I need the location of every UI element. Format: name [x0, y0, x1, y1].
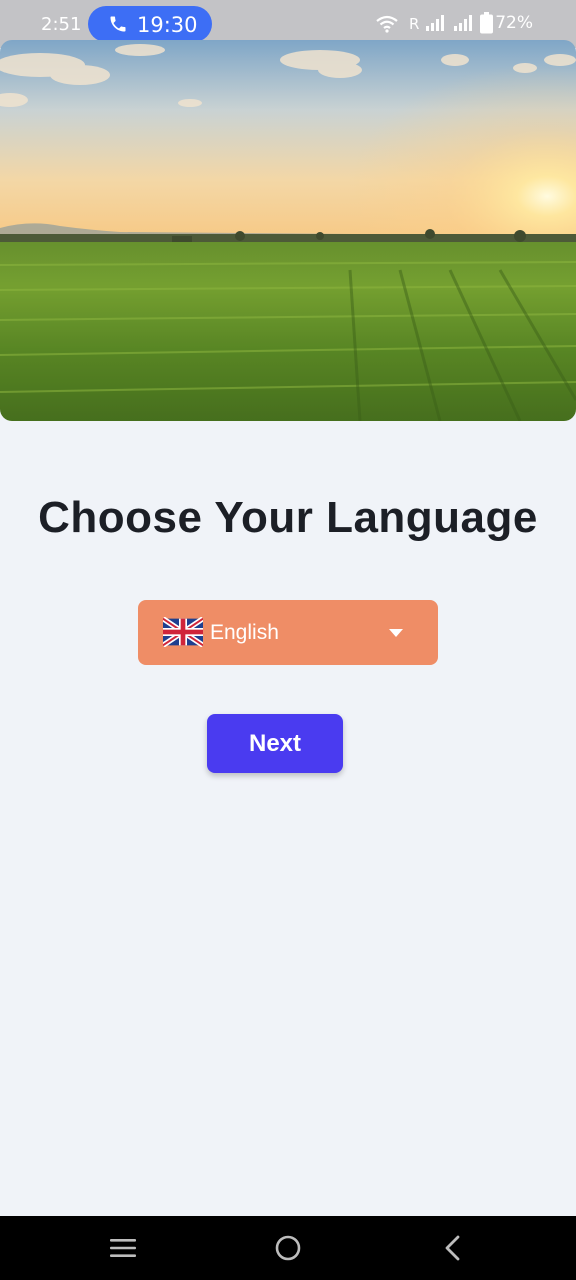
home-icon[interactable] — [272, 1232, 304, 1264]
hero-landscape-image — [0, 40, 576, 421]
next-button[interactable]: Next — [207, 714, 343, 773]
menu-icon[interactable] — [107, 1232, 139, 1264]
back-icon[interactable] — [438, 1232, 470, 1264]
field-sunset-illustration — [0, 40, 576, 421]
page-title: Choose Your Language — [38, 493, 538, 542]
signal-icon — [454, 15, 472, 31]
ongoing-call-pill[interactable]: 19:30 — [88, 6, 212, 42]
roaming-indicator: R — [409, 15, 420, 33]
status-time: 2:51 — [41, 14, 82, 35]
selected-language: English — [210, 621, 279, 644]
uk-flag-icon — [163, 617, 203, 647]
call-timer: 19:30 — [137, 13, 198, 37]
signal-icon — [426, 15, 444, 31]
chevron-down-icon — [389, 629, 403, 637]
battery-icon — [480, 12, 493, 34]
battery-percent: 72% — [495, 13, 533, 33]
phone-icon — [110, 16, 126, 32]
language-select[interactable]: English — [138, 600, 438, 665]
wifi-icon — [376, 15, 398, 33]
system-nav-bar — [0, 1216, 576, 1280]
